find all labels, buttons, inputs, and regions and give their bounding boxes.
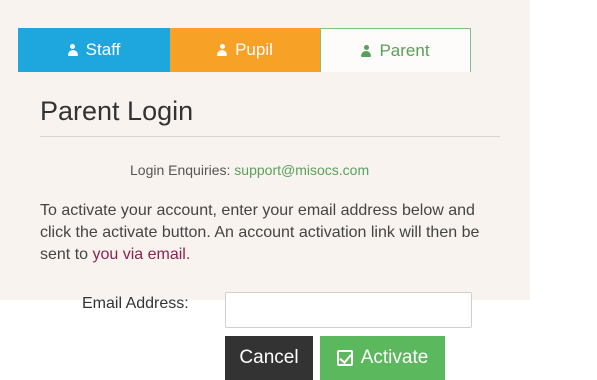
- activation-instructions: To activate your account, enter your ema…: [40, 200, 495, 266]
- activate-button-label: Activate: [360, 347, 429, 368]
- support-email-link[interactable]: support@misocs.com: [234, 162, 369, 178]
- user-icon: [217, 44, 228, 56]
- cancel-button[interactable]: Cancel: [225, 336, 313, 380]
- email-label: Email Address:: [82, 295, 189, 312]
- email-field[interactable]: [225, 292, 472, 328]
- login-type-tabs: Staff Pupil Parent: [18, 28, 471, 72]
- enquiries-label: Login Enquiries:: [130, 162, 231, 178]
- user-icon: [67, 44, 78, 56]
- tab-parent-label: Parent: [379, 40, 430, 60]
- tab-pupil[interactable]: Pupil: [170, 28, 320, 72]
- tab-parent[interactable]: Parent: [320, 28, 471, 72]
- tab-staff-label: Staff: [85, 40, 121, 59]
- activate-button[interactable]: Activate: [320, 336, 445, 380]
- instructions-text-end: you via email.: [92, 246, 191, 263]
- divider: [40, 136, 500, 137]
- login-enquiries: Login Enquiries: support@misocs.com: [130, 162, 369, 178]
- user-icon: [361, 44, 372, 57]
- cancel-button-label: Cancel: [239, 347, 299, 368]
- check-square-icon: [336, 350, 353, 366]
- page-title: Parent Login: [40, 96, 194, 126]
- tab-pupil-label: Pupil: [235, 40, 273, 59]
- tab-staff[interactable]: Staff: [18, 28, 170, 72]
